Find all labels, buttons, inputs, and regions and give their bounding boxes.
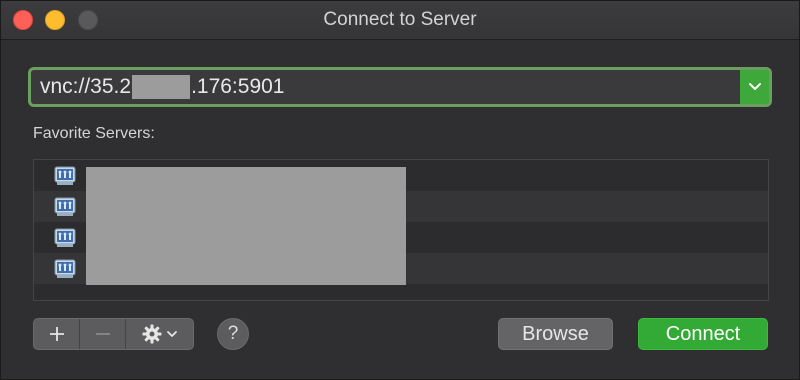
favorites-edit-segmented-control	[33, 318, 194, 350]
chevron-down-icon	[748, 83, 761, 90]
server-address-combobox[interactable]: vnc://35.2 .176:5901	[28, 67, 772, 107]
gear-icon	[142, 324, 162, 344]
redacted-address-segment	[132, 75, 191, 100]
address-prefix: vnc://35.2	[40, 75, 132, 98]
server-icon	[54, 197, 76, 216]
titlebar: Connect to Server	[1, 1, 799, 40]
favorite-servers-label: Favorite Servers:	[33, 125, 155, 142]
address-suffix: .176:5901	[191, 75, 285, 98]
server-icon	[54, 166, 76, 185]
help-button[interactable]: ?	[217, 318, 249, 350]
server-icon	[54, 228, 76, 247]
address-history-dropdown-button[interactable]	[740, 70, 769, 104]
favorite-servers-list[interactable]	[33, 159, 769, 301]
browse-button[interactable]: Browse	[498, 318, 613, 350]
connect-to-server-window: Connect to Server vnc://35.2 .176:5901 Fa…	[0, 0, 800, 380]
connect-button[interactable]: Connect	[638, 318, 768, 350]
add-favorite-button[interactable]	[34, 319, 80, 349]
window-title: Connect to Server	[323, 9, 477, 30]
remove-favorite-button[interactable]	[80, 319, 126, 349]
server-address-field[interactable]: vnc://35.2 .176:5901	[31, 70, 769, 104]
chevron-down-icon	[167, 331, 177, 337]
minus-icon	[95, 333, 110, 335]
action-menu-button[interactable]	[126, 319, 193, 349]
server-icon	[54, 259, 76, 278]
redacted-server-names	[86, 167, 406, 285]
server-address-value[interactable]: vnc://35.2 .176:5901	[40, 70, 285, 104]
plus-icon	[49, 327, 64, 341]
